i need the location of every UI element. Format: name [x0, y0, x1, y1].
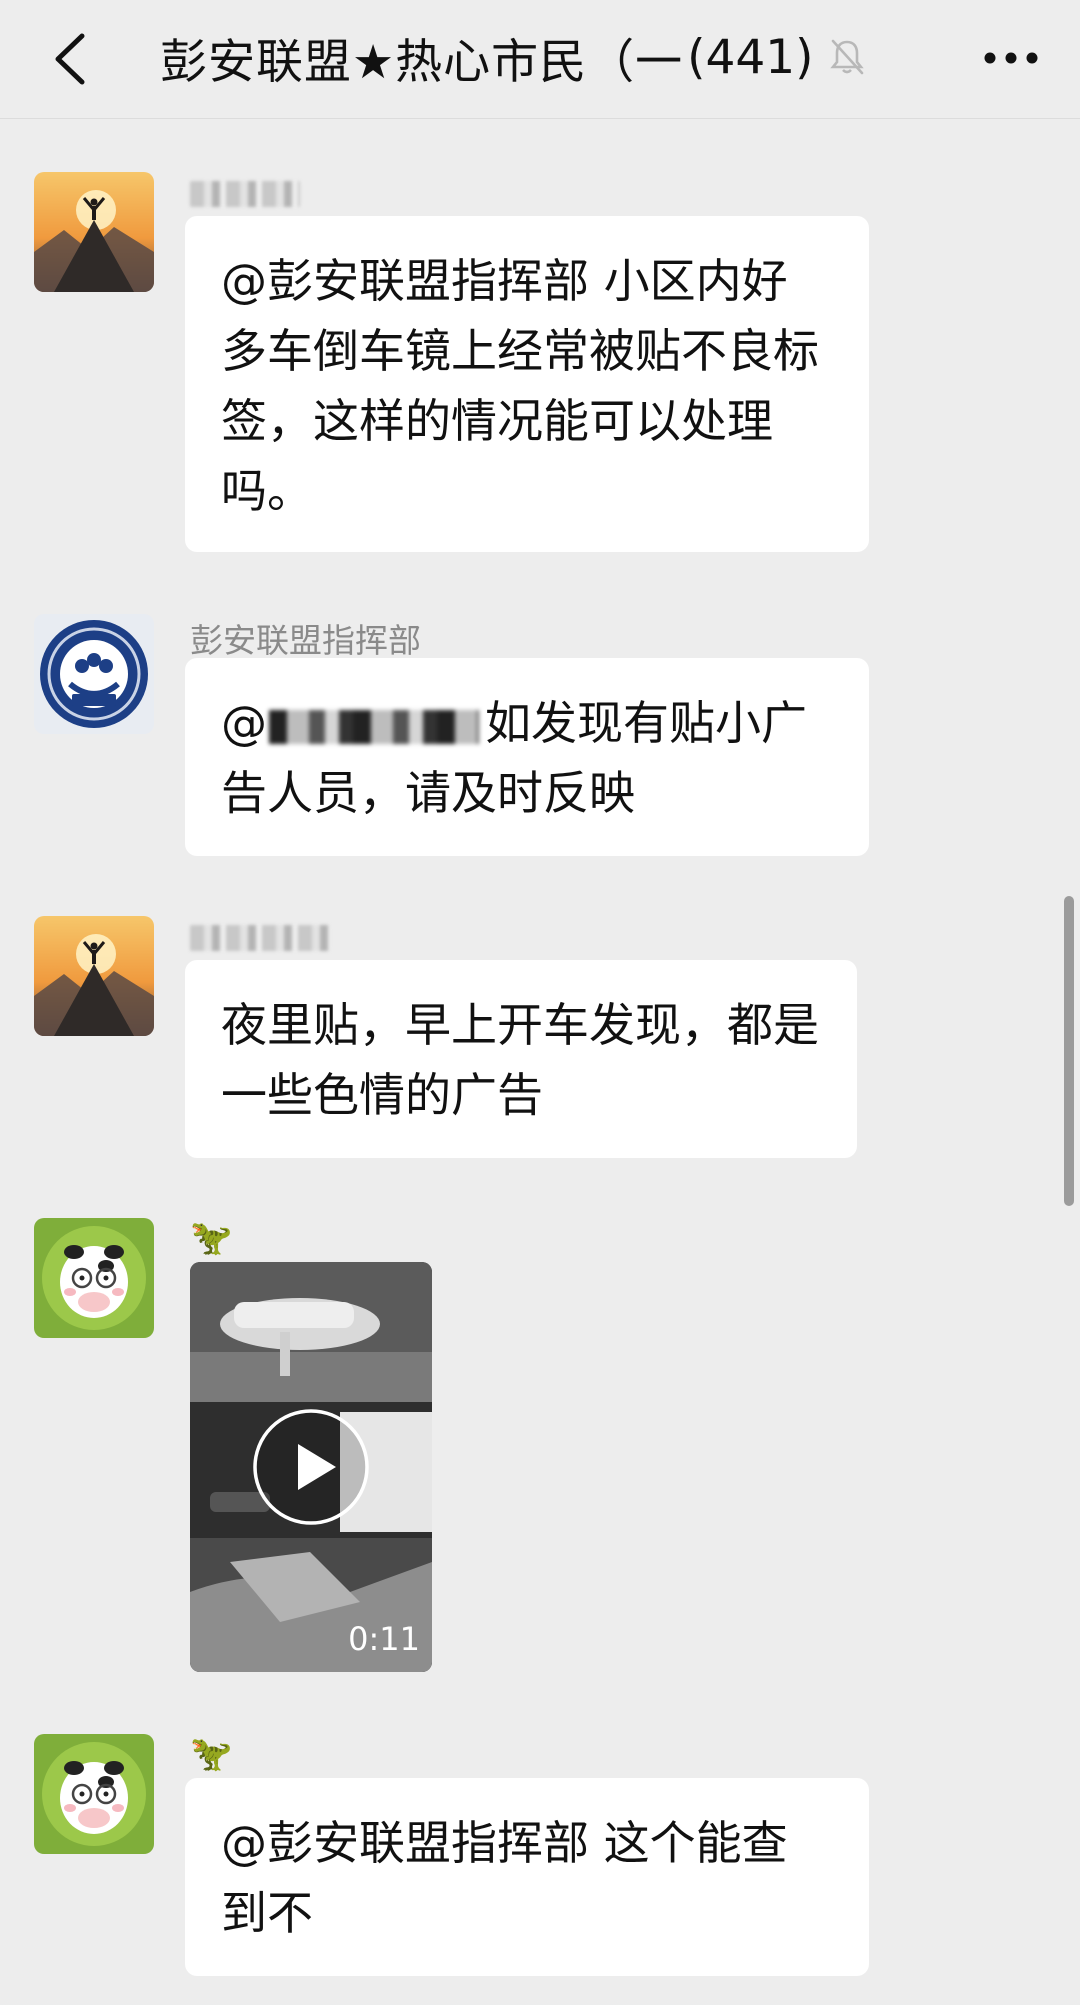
message-bubble[interactable]: @彭安联盟指挥部 这个能查到不: [185, 1778, 869, 1976]
back-button[interactable]: [40, 24, 110, 94]
member-count: (441): [687, 29, 814, 85]
sender-name: 🦖: [190, 1734, 233, 1774]
mountain-person-avatar: [34, 172, 154, 292]
scrollbar[interactable]: [1064, 896, 1074, 1206]
play-icon[interactable]: [252, 1408, 370, 1526]
chat-title: 彭安联盟★热心市民（一: [160, 34, 684, 90]
avatar[interactable]: [34, 1734, 154, 1854]
chat-screen: 彭安联盟★热心市民（一 (441) @彭安联盟指挥部 小区内好多车倒车镜上经常被…: [0, 0, 1080, 2005]
message-bubble[interactable]: @ 如发现有贴小广告人员，请及时反映: [185, 658, 869, 856]
avatar[interactable]: [34, 1218, 154, 1338]
mountain-person-avatar: [34, 916, 154, 1036]
chevron-left-icon: [55, 33, 85, 85]
avatar[interactable]: [34, 614, 154, 734]
more-dots-icon: [984, 52, 1038, 64]
blurred-sender-name: [190, 924, 330, 951]
sender-name: [190, 172, 300, 211]
chat-header: 彭安联盟★热心市民（一 (441): [0, 0, 1080, 119]
bell-off-icon: [829, 39, 864, 75]
mention-prefix: @: [221, 696, 267, 750]
cow-avatar: [34, 1734, 154, 1854]
police-badge-avatar: [34, 614, 154, 734]
sender-name: 🦖: [190, 1218, 233, 1258]
sender-name: 彭安联盟指挥部: [190, 621, 421, 660]
avatar[interactable]: [34, 172, 154, 292]
more-options-button[interactable]: [976, 28, 1046, 88]
blurred-mention: [269, 709, 479, 744]
avatar[interactable]: [34, 916, 154, 1036]
message-bubble[interactable]: @彭安联盟指挥部 小区内好多车倒车镜上经常被贴不良标签，这样的情况能可以处理吗。: [185, 216, 869, 552]
video-message[interactable]: 0:11: [190, 1262, 432, 1672]
message-bubble[interactable]: 夜里贴，早上开车发现，都是一些色情的广告: [185, 960, 857, 1158]
video-duration: 0:11: [348, 1620, 420, 1658]
blurred-sender-name: [190, 180, 300, 207]
cow-avatar: [34, 1218, 154, 1338]
chat-title-group[interactable]: 彭安联盟★热心市民（一 (441): [160, 22, 866, 92]
sender-name: [190, 916, 330, 955]
